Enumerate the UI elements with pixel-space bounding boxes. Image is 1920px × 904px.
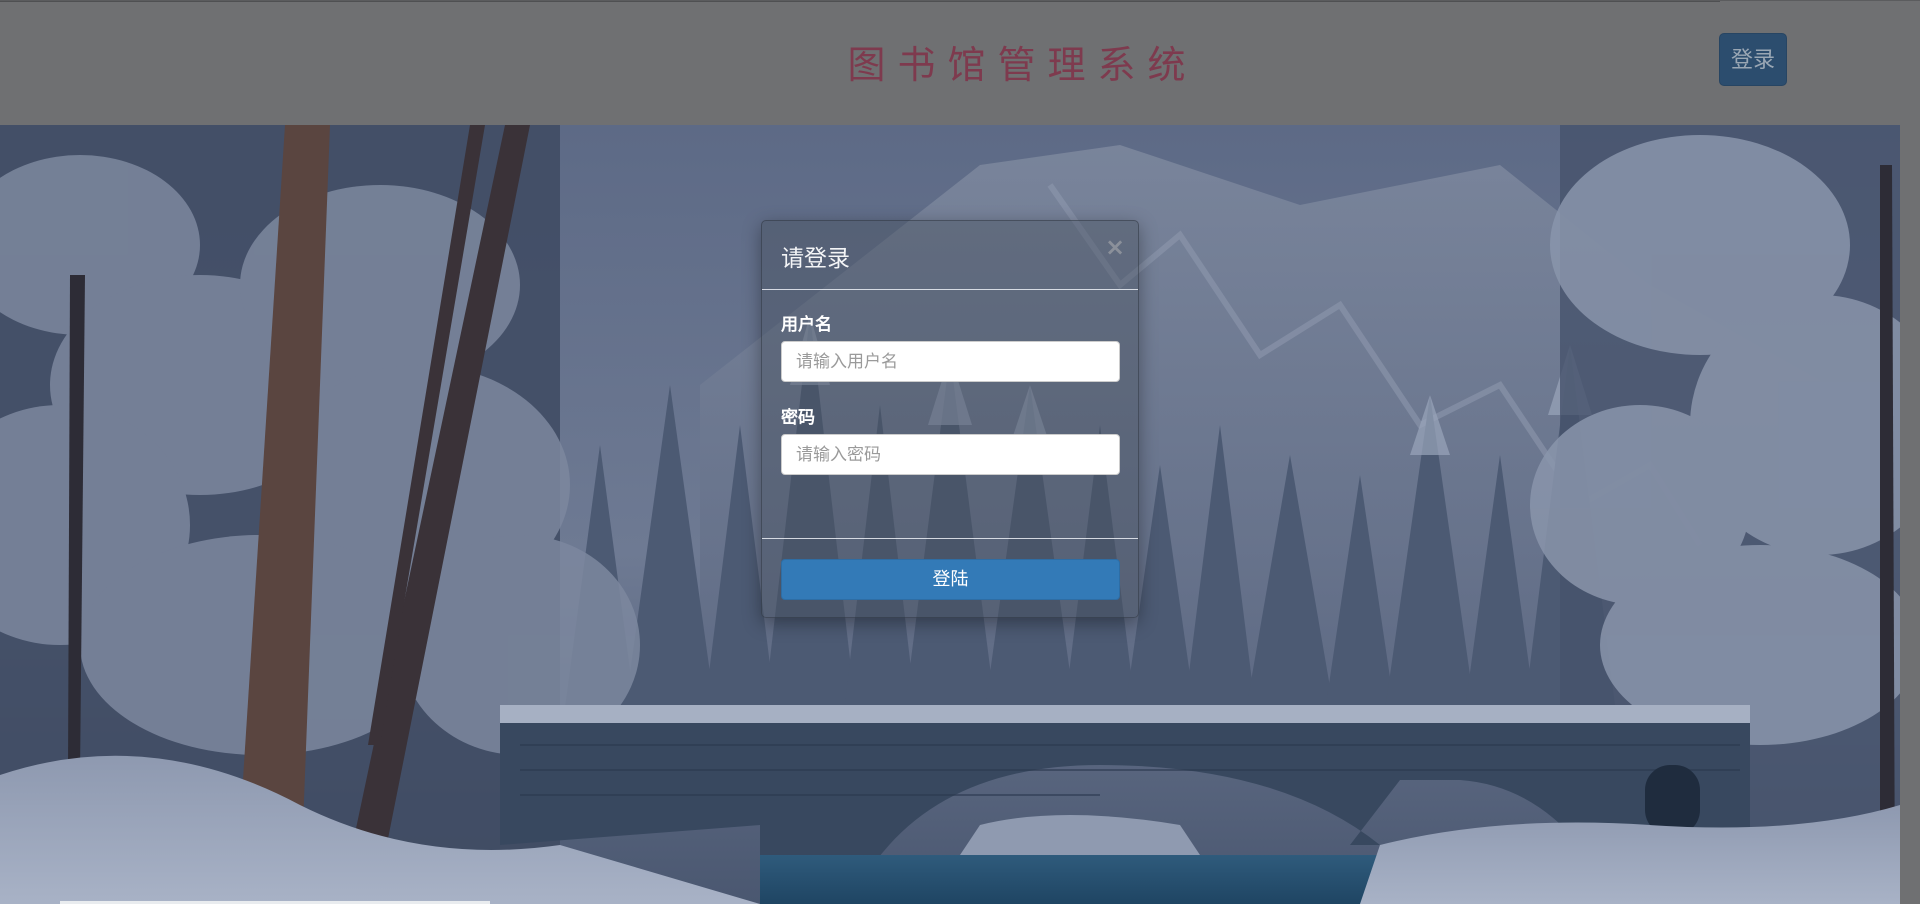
modal-footer-divider (762, 538, 1138, 539)
username-label: 用户名 (781, 315, 832, 335)
top-header: 图书馆管理系统 登录 (0, 0, 1920, 126)
header-divider (0, 1, 1720, 2)
right-edge-strip (1900, 125, 1920, 904)
close-icon[interactable]: × (1102, 234, 1128, 260)
submit-login-button[interactable]: 登陆 (781, 559, 1120, 600)
password-input[interactable] (781, 434, 1120, 475)
password-label: 密码 (781, 408, 815, 428)
login-modal: 请登录 × 用户名 密码 登陆 (761, 220, 1139, 618)
header-login-button[interactable]: 登录 (1719, 33, 1787, 86)
modal-title: 请登录 (781, 246, 850, 272)
login-page: 图书馆管理系统 登录 请登录 × 用户名 请输入用户名 密码 登陆 (0, 0, 1920, 904)
site-title: 图书馆管理系统 (847, 43, 1198, 87)
username-input[interactable] (781, 341, 1120, 382)
modal-header: 请登录 × (762, 221, 1138, 290)
